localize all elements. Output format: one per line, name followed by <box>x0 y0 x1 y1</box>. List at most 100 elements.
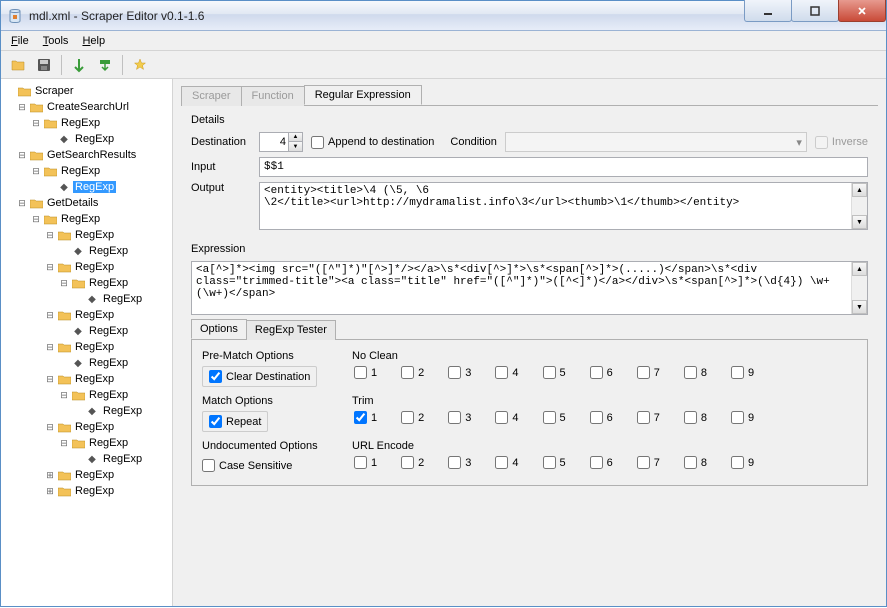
tree-item[interactable]: RegExp <box>87 357 130 369</box>
menubar: File Tools Help <box>1 31 886 51</box>
tree-item[interactable]: RegExp <box>101 405 144 417</box>
tree-item[interactable]: GetDetails <box>45 197 100 209</box>
options-panel: Pre-Match Options Clear Destination No C… <box>191 340 868 486</box>
tree-item[interactable]: RegExp <box>73 373 116 385</box>
tree-item[interactable]: RegExp <box>73 485 116 497</box>
tree-view[interactable]: Scraper ⊟CreateSearchUrl ⊟RegExp ◆RegExp… <box>1 79 173 606</box>
tree-item[interactable]: RegExp <box>87 325 130 337</box>
noclean-title: No Clean <box>352 350 857 362</box>
app-icon <box>7 8 23 24</box>
expression-title: Expression <box>191 243 868 255</box>
scroll-up-icon: ▲ <box>852 183 867 197</box>
trim-5[interactable]: 5 <box>543 411 566 424</box>
trim-1[interactable]: 1 <box>354 411 377 424</box>
destination-spinner[interactable]: ▲▼ <box>259 132 303 152</box>
noclean-9[interactable]: 9 <box>731 366 754 379</box>
expression-field[interactable]: <a[^>]*><img src="([^"]*)"[^>]*/></a>\s*… <box>192 262 851 314</box>
tree-item[interactable]: RegExp <box>59 117 102 129</box>
trim-9[interactable]: 9 <box>731 411 754 424</box>
spinner-up-icon[interactable]: ▲ <box>288 133 302 142</box>
tree-item[interactable]: RegExp <box>87 437 130 449</box>
noclean-1[interactable]: 1 <box>354 366 377 379</box>
close-button[interactable] <box>838 0 886 22</box>
tool-star[interactable] <box>129 54 151 76</box>
scroll-down-icon: ▼ <box>852 300 867 314</box>
urlencode-5[interactable]: 5 <box>543 456 566 469</box>
append-checkbox[interactable]: Append to destination <box>311 136 434 149</box>
trim-7[interactable]: 7 <box>637 411 660 424</box>
tree-item[interactable]: RegExp <box>101 293 144 305</box>
tree-item[interactable]: RegExp <box>73 469 116 481</box>
noclean-4[interactable]: 4 <box>495 366 518 379</box>
tool-green1[interactable] <box>68 54 90 76</box>
urlencode-4[interactable]: 4 <box>495 456 518 469</box>
tree-item[interactable]: GetSearchResults <box>45 149 138 161</box>
spinner-down-icon[interactable]: ▼ <box>288 142 302 151</box>
open-button[interactable] <box>7 54 29 76</box>
destination-input[interactable] <box>260 136 288 148</box>
noclean-2[interactable]: 2 <box>401 366 424 379</box>
urlencode-2[interactable]: 2 <box>401 456 424 469</box>
tree-root[interactable]: Scraper <box>33 85 76 97</box>
trim-3[interactable]: 3 <box>448 411 471 424</box>
tab-scraper[interactable]: Scraper <box>181 86 242 106</box>
urlencode-8[interactable]: 8 <box>684 456 707 469</box>
noclean-3[interactable]: 3 <box>448 366 471 379</box>
tab-function[interactable]: Function <box>241 86 305 106</box>
noclean-5[interactable]: 5 <box>543 366 566 379</box>
tab-regexp-tester[interactable]: RegExp Tester <box>246 320 336 340</box>
tree-item[interactable]: RegExp <box>73 341 116 353</box>
clear-destination-checkbox[interactable]: Clear Destination <box>202 366 317 387</box>
tree-item[interactable]: RegExp <box>87 389 130 401</box>
tab-options[interactable]: Options <box>191 319 247 339</box>
menu-tools[interactable]: Tools <box>37 33 75 49</box>
scrollbar[interactable]: ▲▼ <box>851 183 867 229</box>
urlencode-7[interactable]: 7 <box>637 456 660 469</box>
tree-item[interactable]: RegExp <box>87 245 130 257</box>
details-title: Details <box>191 114 868 126</box>
tool-green2[interactable] <box>94 54 116 76</box>
output-label: Output <box>191 182 251 194</box>
tab-regular-expression[interactable]: Regular Expression <box>304 85 422 105</box>
repeat-checkbox[interactable]: Repeat <box>202 411 268 432</box>
urlencode-1[interactable]: 1 <box>354 456 377 469</box>
minimize-button[interactable] <box>744 0 792 22</box>
titlebar: mdl.xml - Scraper Editor v0.1-1.6 <box>1 1 886 31</box>
trim-2[interactable]: 2 <box>401 411 424 424</box>
tree-item[interactable]: RegExp <box>101 453 144 465</box>
tree-item[interactable]: CreateSearchUrl <box>45 101 131 113</box>
urlencode-6[interactable]: 6 <box>590 456 613 469</box>
maximize-button[interactable] <box>791 0 839 22</box>
noclean-6[interactable]: 6 <box>590 366 613 379</box>
tree-item[interactable]: RegExp <box>59 213 102 225</box>
window-title: mdl.xml - Scraper Editor v0.1-1.6 <box>29 9 745 23</box>
trim-title: Trim <box>352 395 857 407</box>
menu-help[interactable]: Help <box>76 33 111 49</box>
output-field[interactable]: <entity><title>\4 (\5, \6 \2</title><url… <box>260 183 851 229</box>
trim-4[interactable]: 4 <box>495 411 518 424</box>
menu-file[interactable]: File <box>5 33 35 49</box>
case-sensitive-checkbox[interactable]: Case Sensitive <box>202 456 298 475</box>
scrollbar[interactable]: ▲▼ <box>851 262 867 314</box>
tree-item[interactable]: RegExp <box>73 229 116 241</box>
noclean-8[interactable]: 8 <box>684 366 707 379</box>
content-pane: Scraper Function Regular Expression Deta… <box>173 79 886 606</box>
tree-item[interactable]: RegExp <box>73 261 116 273</box>
inverse-checkbox[interactable]: Inverse <box>815 136 868 149</box>
trim-8[interactable]: 8 <box>684 411 707 424</box>
condition-combo[interactable]: ▾ <box>505 132 807 152</box>
input-field[interactable] <box>259 157 868 177</box>
urlencode-title: URL Encode <box>352 440 857 452</box>
tree-item[interactable]: RegExp <box>73 309 116 321</box>
save-button[interactable] <box>33 54 55 76</box>
trim-6[interactable]: 6 <box>590 411 613 424</box>
tree-item[interactable]: RegExp <box>73 133 116 145</box>
tabstrip: Scraper Function Regular Expression <box>181 85 878 106</box>
tree-item[interactable]: RegExp <box>73 421 116 433</box>
tree-item[interactable]: RegExp <box>87 277 130 289</box>
noclean-7[interactable]: 7 <box>637 366 660 379</box>
tree-item-selected[interactable]: RegExp <box>73 181 116 193</box>
urlencode-3[interactable]: 3 <box>448 456 471 469</box>
urlencode-9[interactable]: 9 <box>731 456 754 469</box>
tree-item[interactable]: RegExp <box>59 165 102 177</box>
